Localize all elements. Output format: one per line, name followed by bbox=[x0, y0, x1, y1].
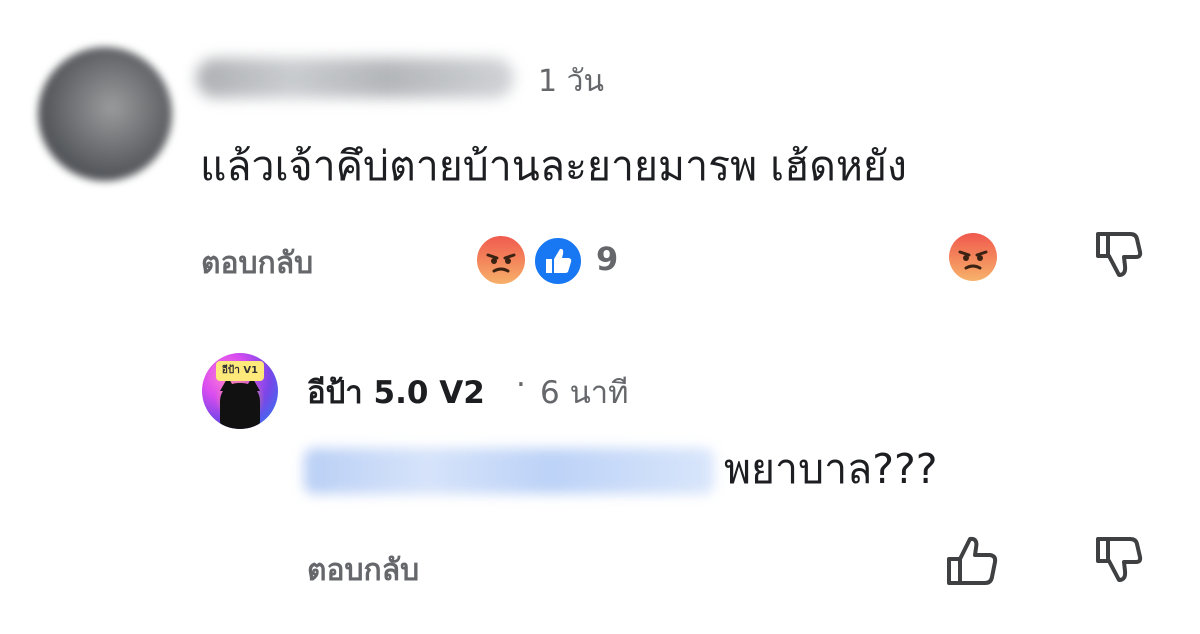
comment-timestamp: 1 วัน bbox=[538, 64, 604, 99]
reply-text: พยาบาล??? bbox=[724, 445, 938, 493]
reply-timestamp[interactable]: 6 นาที bbox=[540, 367, 629, 417]
reply-author-name[interactable]: อีป้า 5.0 V2 bbox=[307, 367, 485, 417]
thumbs-down-icon bbox=[1096, 537, 1143, 582]
like-button[interactable] bbox=[944, 533, 1002, 589]
thumbs-down-icon bbox=[1096, 232, 1143, 277]
reaction-count[interactable]: 9 bbox=[596, 240, 618, 278]
thumbs-up-icon bbox=[947, 536, 998, 585]
cat-icon bbox=[220, 383, 260, 429]
reply-author-avatar[interactable]: อีป้า V1 bbox=[202, 353, 278, 429]
reply-button[interactable]: ตอบกลับ bbox=[307, 547, 419, 594]
reply-button[interactable]: ตอบกลับ bbox=[201, 240, 313, 287]
dislike-button[interactable] bbox=[1092, 533, 1144, 589]
avatar-badge: อีป้า V1 bbox=[216, 361, 264, 381]
mention-tag-blurred[interactable] bbox=[304, 448, 714, 494]
dislike-button[interactable] bbox=[1092, 228, 1144, 280]
commenter-avatar[interactable] bbox=[38, 47, 172, 181]
commenter-name-blurred[interactable] bbox=[196, 58, 514, 98]
separator-dot: · bbox=[516, 367, 526, 403]
like-icon bbox=[532, 235, 584, 287]
comment-text: แล้วเจ้าคึบ่ตายบ้านละยายมารพ เฮ้ดหยัง bbox=[200, 142, 907, 190]
angry-icon bbox=[474, 233, 528, 287]
angry-icon bbox=[949, 233, 997, 281]
angry-reaction-button[interactable] bbox=[947, 231, 999, 283]
